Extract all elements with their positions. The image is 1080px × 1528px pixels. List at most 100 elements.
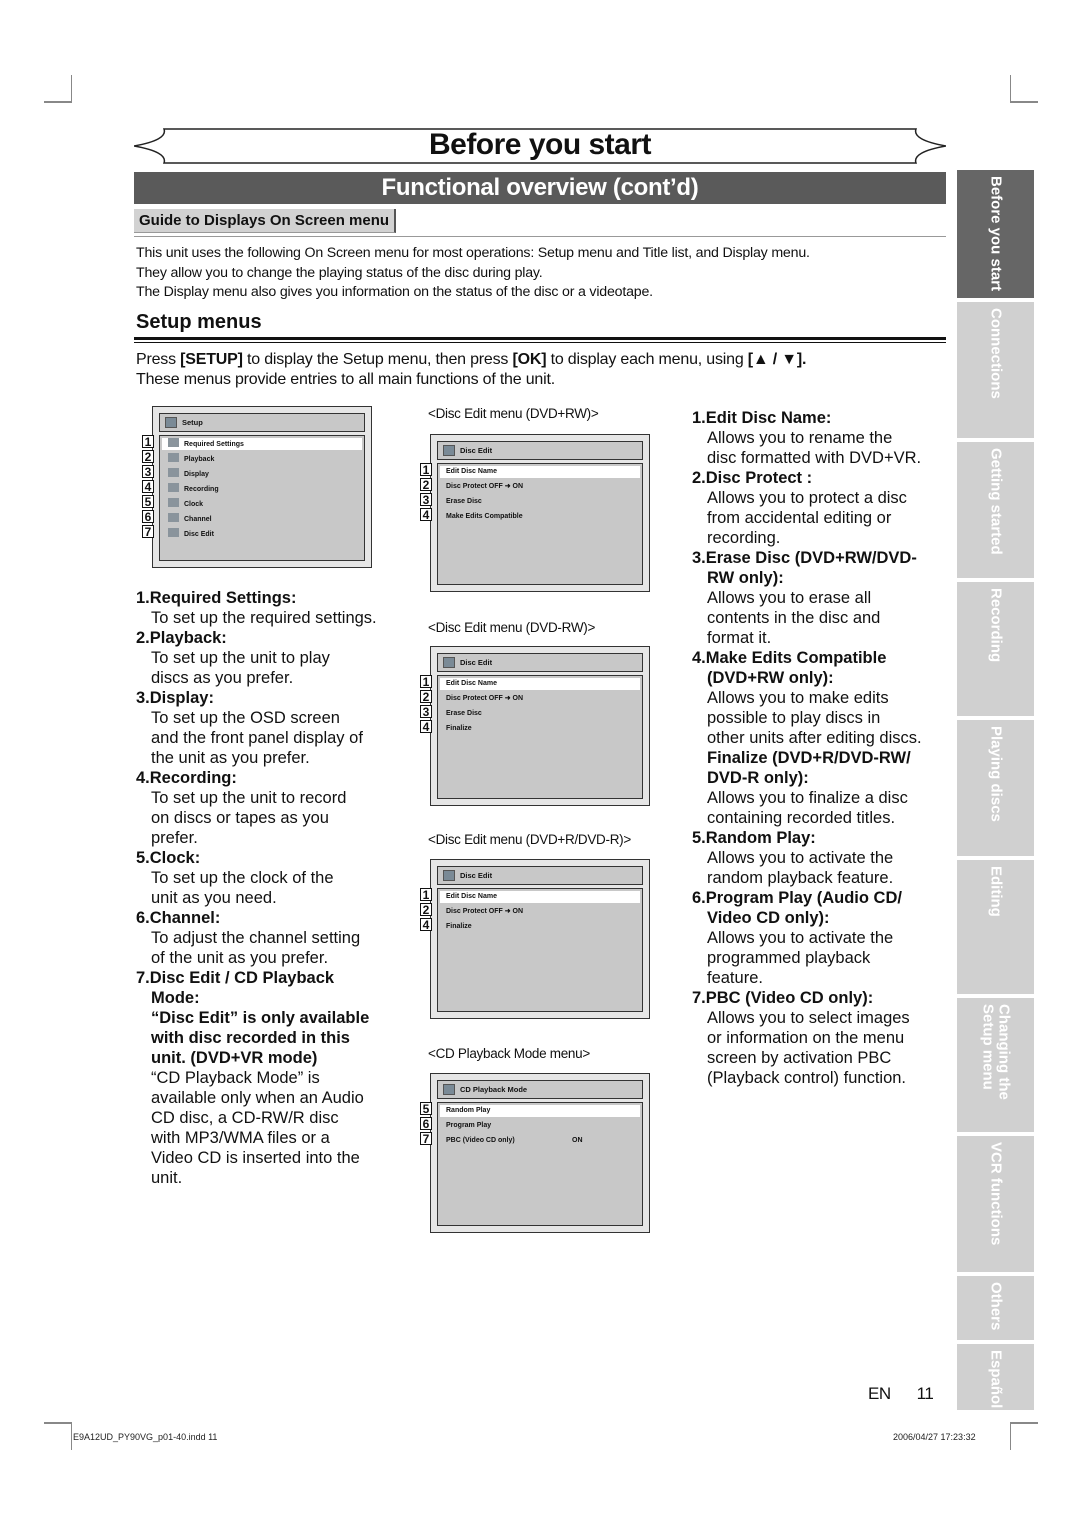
description-text: disc formatted with DVD+VR. <box>707 449 922 467</box>
description-note: with disc recorded in this <box>151 1029 350 1047</box>
item-number-badge: 4 <box>142 480 154 493</box>
arrow-keys: [▲ / ▼]. <box>747 351 807 368</box>
intro-line: The Display menu also gives you informat… <box>136 284 653 300</box>
chapter-tab-label: Editing <box>987 866 1005 917</box>
menu-item[interactable]: Erase Disc <box>440 496 640 508</box>
chapter-tab[interactable]: VCR functions <box>957 1136 1034 1272</box>
description-item: 3.Display: To set up the OSD screen and th… <box>136 688 396 768</box>
description-item: 1.Required Settings: To set up the requir… <box>136 588 396 628</box>
chapter-tab[interactable]: Editing <box>957 860 1034 994</box>
menu-item[interactable]: Playback <box>162 453 362 465</box>
description-heading: Mode: <box>151 989 200 1007</box>
intro-line: They allow you to change the playing sta… <box>136 264 543 281</box>
item-number-badge: 4 <box>420 508 432 521</box>
menu-item[interactable]: PBC (Video CD only) ON <box>440 1135 640 1147</box>
chapter-tab[interactable]: Playing discs <box>957 720 1034 856</box>
description-heading: 3.Display: <box>136 689 214 707</box>
description-text: Allows you to rename the <box>707 429 893 447</box>
date-slug: 2006/04/27 17:23:32 <box>893 1432 976 1442</box>
description-text: To set up the clock of the <box>151 869 334 887</box>
menu-item-label: Edit Disc Name <box>446 468 497 475</box>
menu-item[interactable]: Edit Disc Name <box>440 678 640 690</box>
menu-item-label: Clock <box>184 501 204 508</box>
menu-item-icon <box>168 513 179 522</box>
menu-item[interactable]: Erase Disc <box>440 708 640 720</box>
description-text: programmed playback <box>707 949 871 967</box>
divider <box>134 236 946 237</box>
item-number-badge: 3 <box>142 465 154 478</box>
description-item: 7.Disc Edit / CD Playback Mode: “Disc Edit… <box>136 968 396 1188</box>
description-text: Allows you to select images <box>707 1009 910 1027</box>
item-number-badge: 1 <box>420 888 432 901</box>
menu-body: Required Settings Playback Display Recordin… <box>159 435 365 561</box>
disc-edit-icon <box>443 870 455 881</box>
menu-item[interactable]: Random Play <box>440 1105 640 1117</box>
menu-item-label: Required Settings <box>184 441 244 448</box>
chapter-tab[interactable]: Recording <box>957 582 1034 716</box>
menu-item[interactable]: Display <box>162 468 362 480</box>
item-number-badge: 7 <box>142 525 154 538</box>
menu-item[interactable]: Finalize <box>440 921 640 933</box>
setup-menus-heading: Setup menus <box>136 311 262 333</box>
description-text: To set up the unit to record <box>151 789 347 807</box>
menu-item-label: Disc Protect OFF ➜ ON <box>446 908 524 915</box>
crop-mark-bottom-right <box>1010 1422 1038 1450</box>
chapter-tab[interactable]: Others <box>957 1276 1034 1340</box>
description-heading: 2.Disc Protect : <box>692 469 813 487</box>
menu-item[interactable]: Disc Protect OFF ➜ ON <box>440 906 640 918</box>
menu-item[interactable]: Required Settings <box>162 438 362 450</box>
screen-caption: <CD Playback Mode menu> <box>428 1046 590 1061</box>
menu-item[interactable]: Disc Protect OFF ➜ ON <box>440 693 640 705</box>
cd-playback-icon <box>443 1084 455 1095</box>
item-number-badge: 2 <box>420 903 432 916</box>
description-text: Video CD is inserted into the <box>151 1149 360 1167</box>
menu-item-icon <box>168 498 179 507</box>
chapter-tab-label: VCR functions <box>987 1142 1005 1246</box>
intro-paragraph: This unit uses the following On Screen m… <box>136 244 946 303</box>
description-text: of the unit as you prefer. <box>151 949 329 967</box>
description-text: from accidental editing or <box>707 509 892 527</box>
chapter-tab[interactable]: Changing the Setup menu <box>957 998 1034 1132</box>
description-text: To set up the OSD screen <box>151 709 340 727</box>
menu-item[interactable]: Finalize <box>440 723 640 735</box>
chapter-tab-label: Others <box>987 1282 1005 1331</box>
chapter-tab[interactable]: Connections <box>957 302 1034 438</box>
description-text: the unit as you prefer. <box>151 749 310 767</box>
description-note: “Disc Edit” is only available <box>151 1009 370 1027</box>
description-text: available only when an Audio <box>151 1089 364 1107</box>
page-number: EN 11 <box>868 1384 934 1403</box>
menu-item[interactable]: Clock <box>162 498 362 510</box>
description-item: 1.Edit Disc Name: Allows you to rename th… <box>692 408 942 468</box>
menu-body: Edit Disc Name Disc Protect OFF ➜ ON Final… <box>437 888 643 1012</box>
menu-item[interactable]: Program Play <box>440 1120 640 1132</box>
menu-item[interactable]: Make Edits Compatible <box>440 511 640 523</box>
description-text: To set up the unit to play <box>151 649 330 667</box>
description-item: 7.PBC (Video CD only): Allows you to sele… <box>692 988 942 1088</box>
menu-item[interactable]: Disc Edit <box>162 528 362 540</box>
menu-item[interactable]: Edit Disc Name <box>440 891 640 903</box>
divider <box>134 342 946 343</box>
chapter-tab[interactable]: Before you start <box>957 170 1034 298</box>
menu-item-icon <box>168 468 179 477</box>
chapter-tab-label: Playing discs <box>987 726 1005 822</box>
menu-item-label: Disc Edit <box>184 531 214 538</box>
menu-item[interactable]: Edit Disc Name <box>440 466 640 478</box>
menu-item-label: Finalize <box>446 923 472 930</box>
chapter-tab[interactable]: Getting started <box>957 442 1034 578</box>
crop-mark-bottom-left <box>44 1422 72 1450</box>
chapter-tab-label: Changing the Setup menu <box>979 1004 1013 1100</box>
disc-edit-icon <box>443 445 455 456</box>
menu-item[interactable]: Disc Protect OFF ➜ ON <box>440 481 640 493</box>
chapter-tab[interactable]: Español <box>957 1344 1034 1410</box>
setup-menu-screen: Setup Required Settings Playback Display Re… <box>152 406 372 568</box>
item-number-badge: 5 <box>142 495 154 508</box>
menu-item-label: Edit Disc Name <box>446 680 497 687</box>
description-text: discs as you prefer. <box>151 669 294 687</box>
menu-item-label: Erase Disc <box>446 498 482 505</box>
menu-item[interactable]: Recording <box>162 483 362 495</box>
menu-body: Edit Disc Name Disc Protect OFF ➜ ON Erase… <box>437 463 643 585</box>
menu-item[interactable]: Channel <box>162 513 362 525</box>
menu-item-label: Program Play <box>446 1122 492 1129</box>
setup-icon <box>165 417 177 428</box>
description-heading: 4.Recording: <box>136 769 237 787</box>
